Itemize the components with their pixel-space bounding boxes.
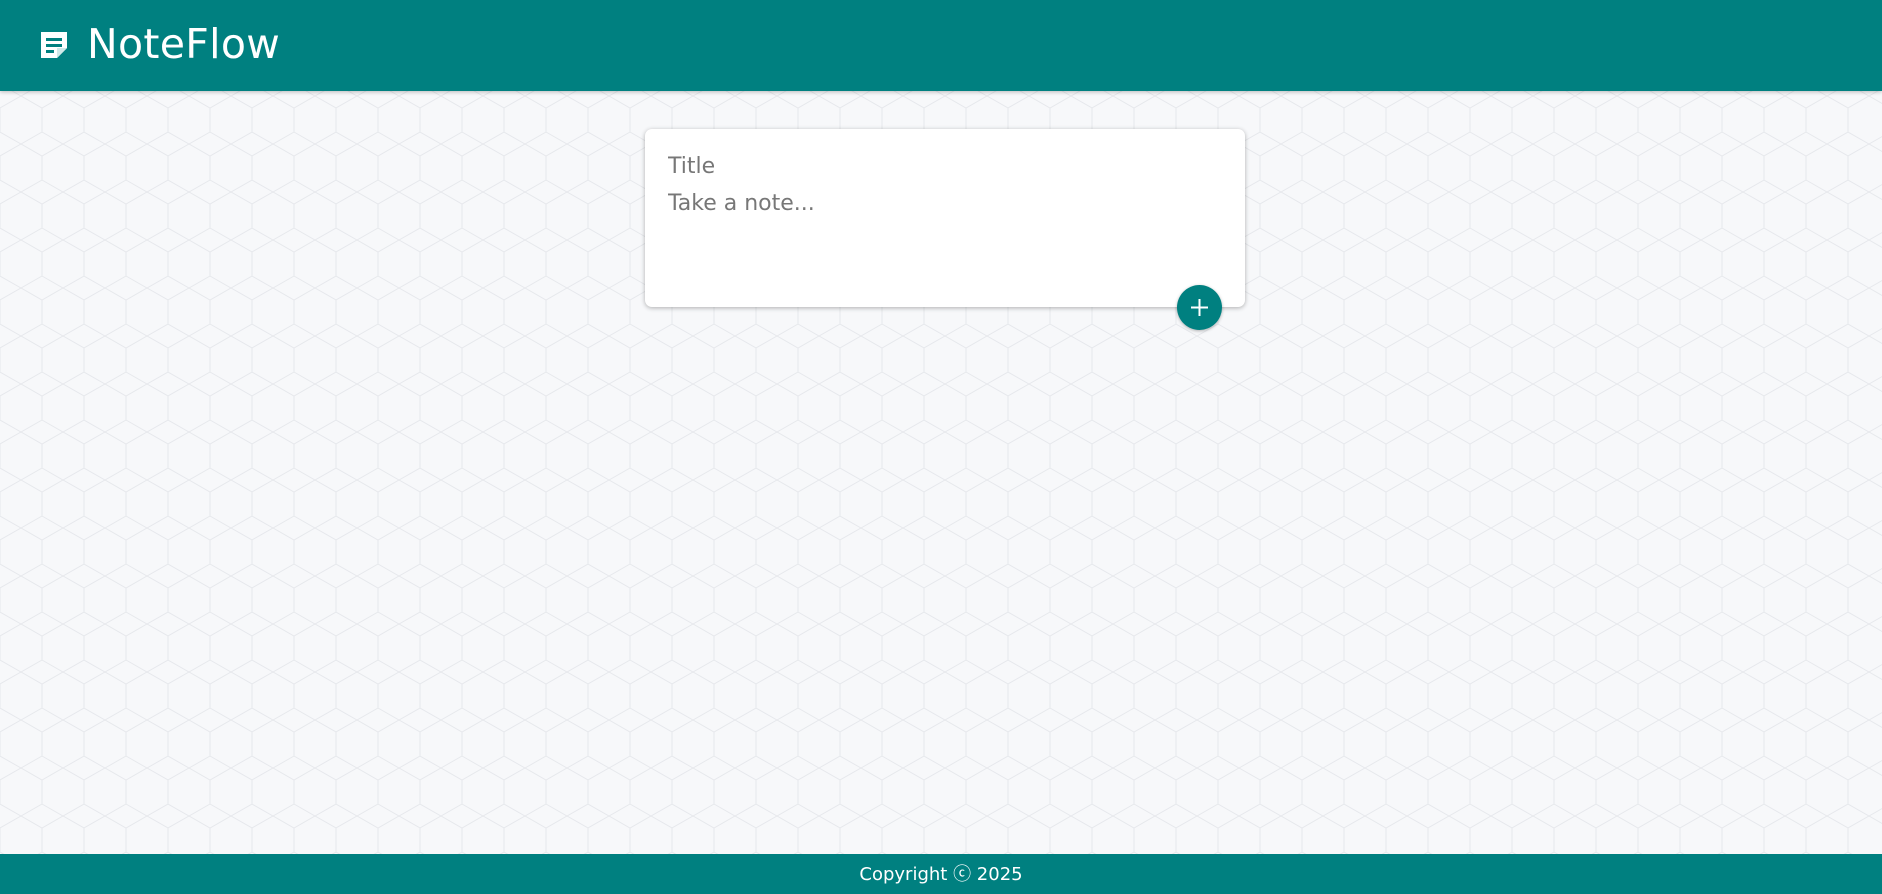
note-content-input[interactable] <box>668 189 1218 279</box>
app-footer: Copyright ⓒ 2025 <box>0 854 1882 894</box>
create-note-card <box>645 129 1245 307</box>
note-icon <box>41 32 67 58</box>
app-title: NoteFlow <box>87 20 281 68</box>
plus-icon <box>1191 299 1208 316</box>
copyright-text: Copyright ⓒ 2025 <box>859 864 1023 885</box>
app-header: NoteFlow <box>0 0 1882 91</box>
note-title-input[interactable] <box>668 149 1218 183</box>
add-note-button[interactable] <box>1177 285 1222 330</box>
